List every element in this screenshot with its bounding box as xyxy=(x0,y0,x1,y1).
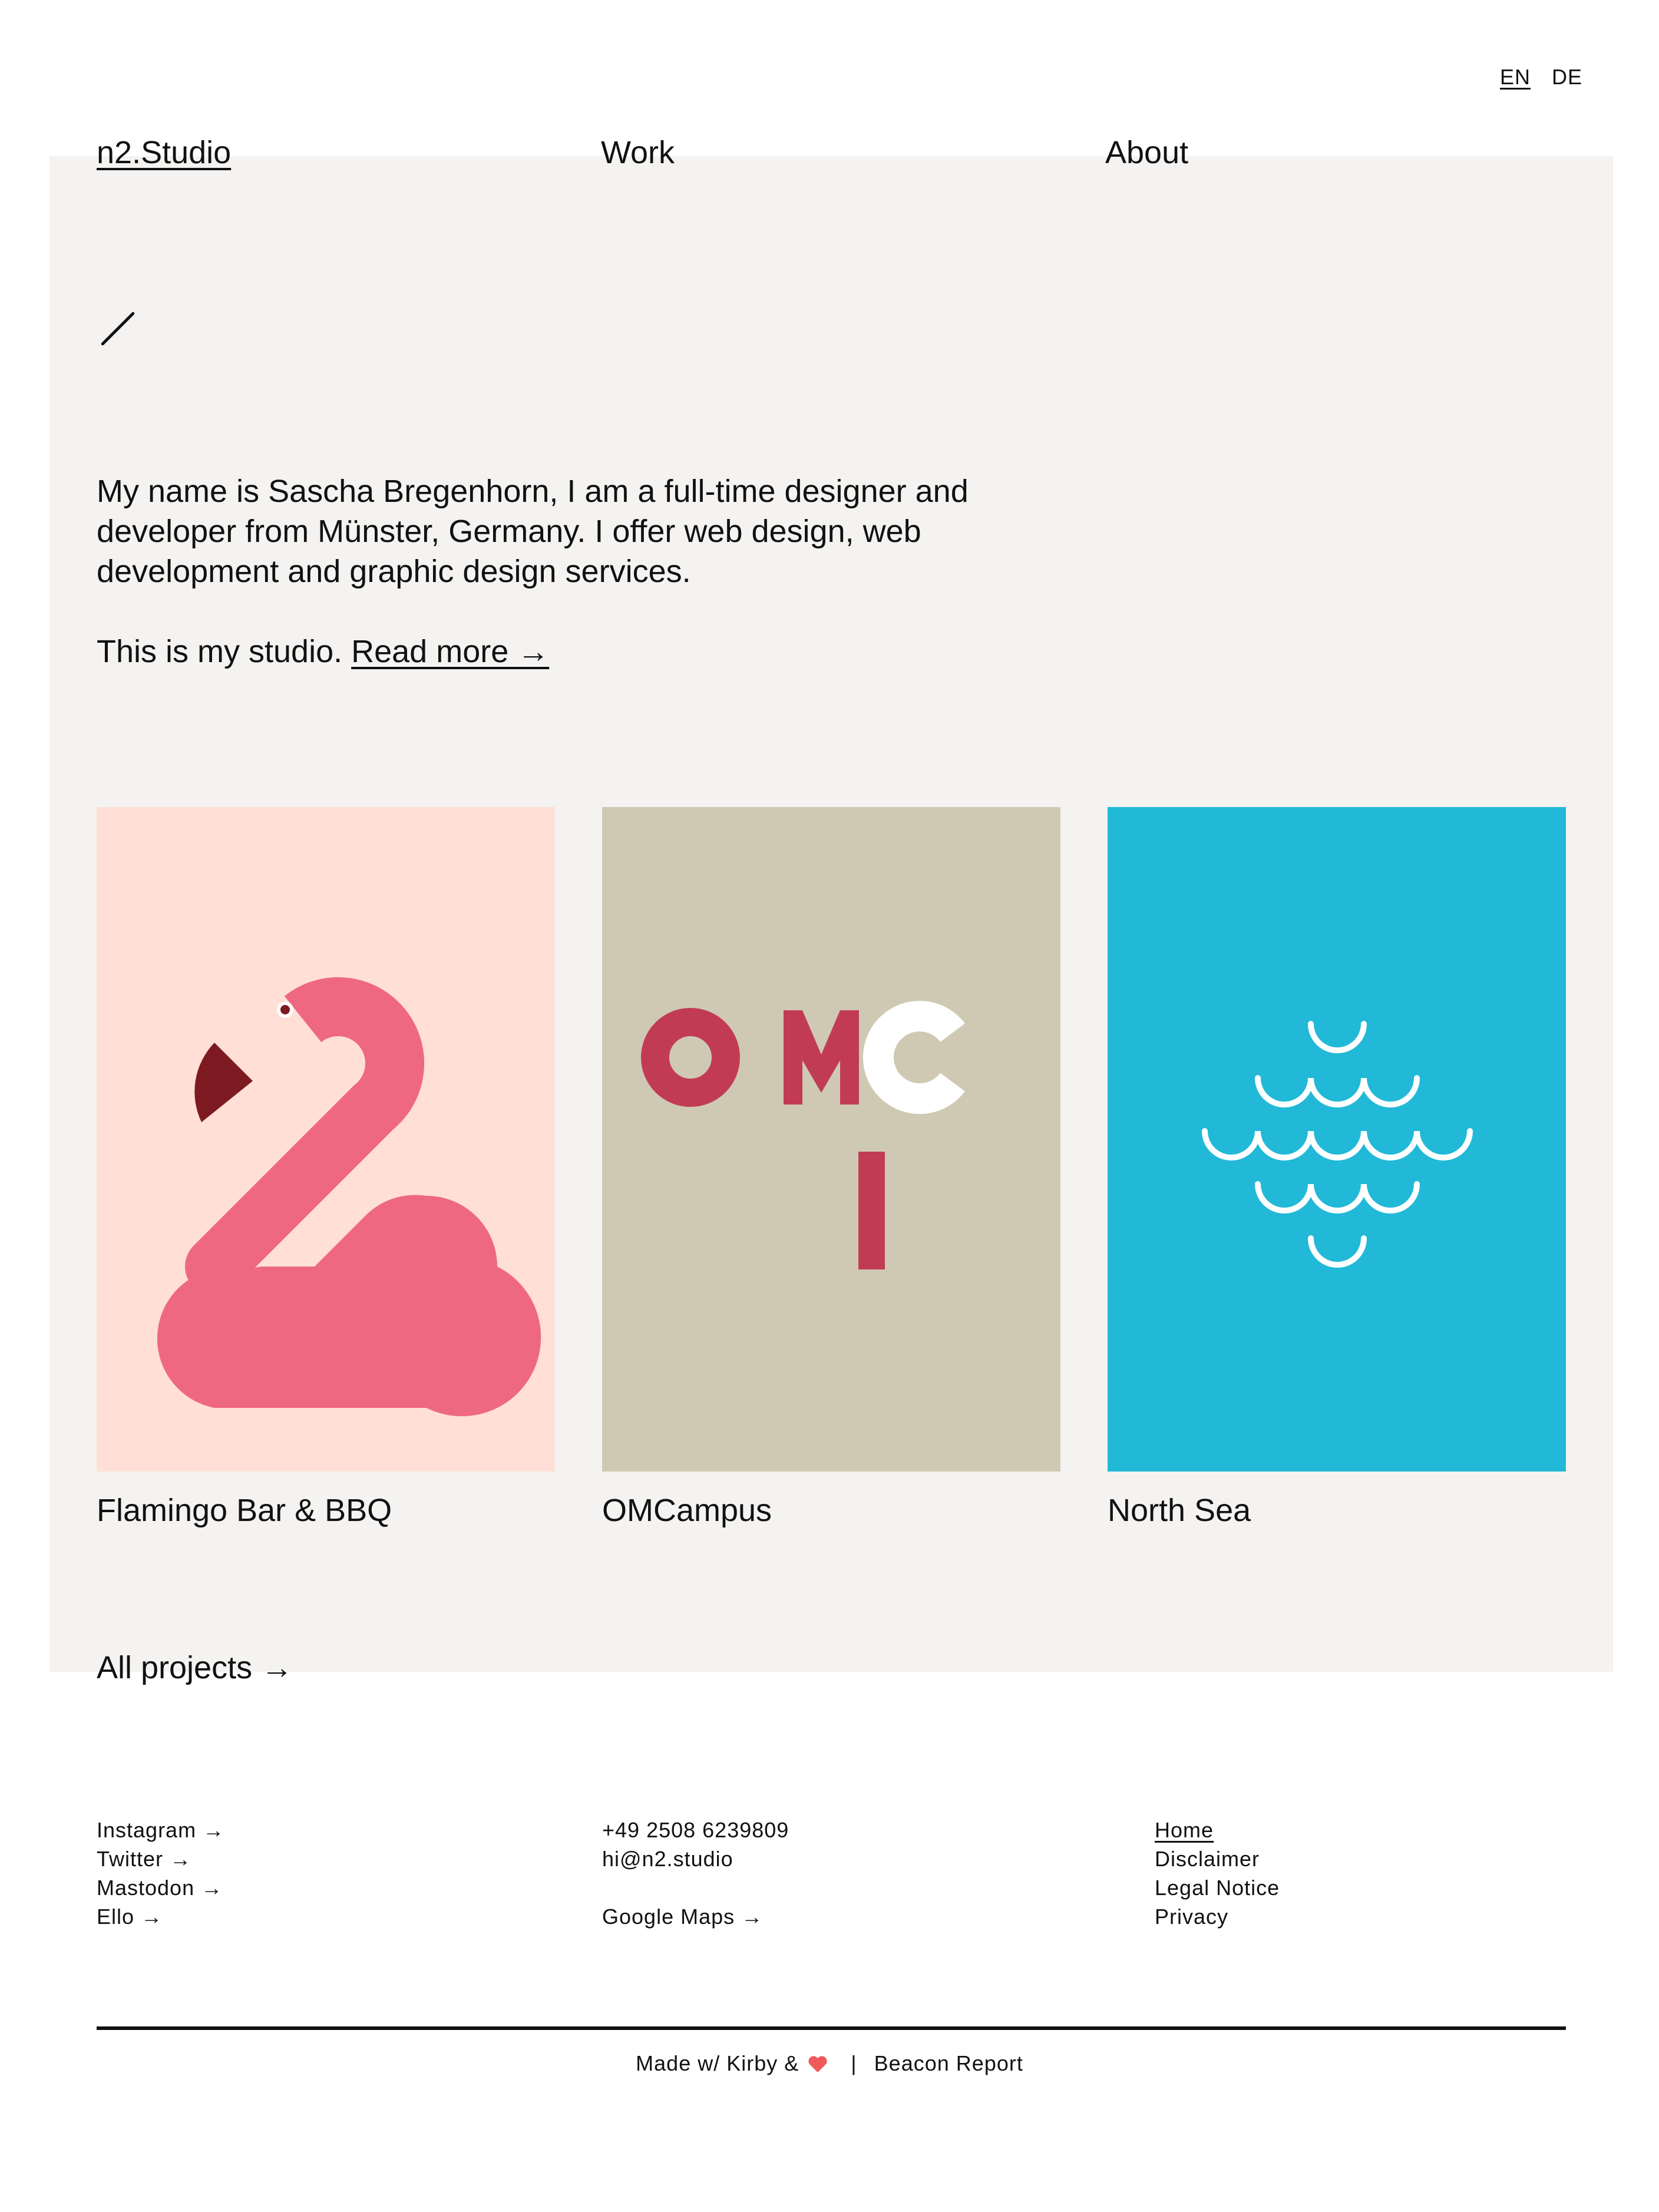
mastodon-link[interactable]: Mastodon → xyxy=(97,1873,224,1902)
credits: Made w/ Kirby & | Beacon Report xyxy=(0,2051,1659,2076)
footer-home-link[interactable]: Home xyxy=(1155,1816,1280,1844)
project-title: OMCampus xyxy=(602,1493,772,1528)
privacy-link[interactable]: Privacy xyxy=(1155,1902,1280,1931)
brand-link[interactable]: n2.Studio xyxy=(97,134,231,171)
intro-section: My name is Sascha Bregenhorn, I am a ful… xyxy=(97,471,1039,712)
footer-divider xyxy=(97,2026,1566,2030)
lang-en-link[interactable]: EN xyxy=(1500,65,1531,90)
intro-paragraph: My name is Sascha Bregenhorn, I am a ful… xyxy=(97,474,969,589)
project-thumbnail-omcampus xyxy=(602,807,1060,1472)
phone-link[interactable]: +49 2508 6239809 xyxy=(602,1816,789,1844)
project-title: Flamingo Bar & BBQ xyxy=(97,1493,392,1528)
all-projects-link[interactable]: All projects → xyxy=(97,1649,293,1686)
studio-text: This is my studio. xyxy=(97,634,343,669)
google-maps-link[interactable]: Google Maps → xyxy=(602,1902,789,1931)
nav-work-link[interactable]: Work xyxy=(601,134,675,171)
flamingo-icon xyxy=(157,977,541,1417)
footer-contact: +49 2508 6239809 hi@n2.studio Google Map… xyxy=(602,1816,789,1931)
waves-icon xyxy=(1202,1021,1473,1268)
project-list: Flamingo Bar & BBQ OMCampus North Sea xyxy=(97,807,1566,1530)
credits-separator: | xyxy=(851,2051,857,2075)
legal-notice-link[interactable]: Legal Notice xyxy=(1155,1873,1280,1902)
project-title: North Sea xyxy=(1108,1493,1251,1528)
beacon-report-link[interactable]: Beacon Report xyxy=(874,2051,1023,2075)
read-more-link[interactable]: Read more → xyxy=(351,634,549,669)
twitter-link[interactable]: Twitter → xyxy=(97,1844,224,1873)
language-switch: EN DE xyxy=(1500,65,1582,90)
heart-icon xyxy=(808,2056,827,2072)
project-card-flamingo[interactable]: Flamingo Bar & BBQ xyxy=(97,807,555,1530)
project-thumbnail-north-sea xyxy=(1108,807,1566,1472)
project-card-north-sea[interactable]: North Sea xyxy=(1108,807,1566,1530)
made-with-text: Made w/ Kirby & xyxy=(636,2051,799,2075)
ello-link[interactable]: Ello → xyxy=(97,1902,224,1931)
footer-legal-links: Home Disclaimer Legal Notice Privacy xyxy=(1155,1816,1280,1931)
project-card-omcampus[interactable]: OMCampus xyxy=(602,807,1060,1530)
instagram-link[interactable]: Instagram → xyxy=(97,1816,224,1844)
email-link[interactable]: hi@n2.studio xyxy=(602,1844,789,1873)
disclaimer-link[interactable]: Disclaimer xyxy=(1155,1844,1280,1873)
slash-icon xyxy=(101,312,134,345)
project-thumbnail-flamingo xyxy=(97,807,555,1472)
intro-studio-line: This is my studio. Read more → xyxy=(97,631,1039,672)
omc-logo xyxy=(641,1001,965,1269)
lang-de-link[interactable]: DE xyxy=(1552,65,1582,90)
footer-social-links: Instagram → Twitter → Mastodon → Ello → xyxy=(97,1816,224,1931)
nav-about-link[interactable]: About xyxy=(1105,134,1188,171)
